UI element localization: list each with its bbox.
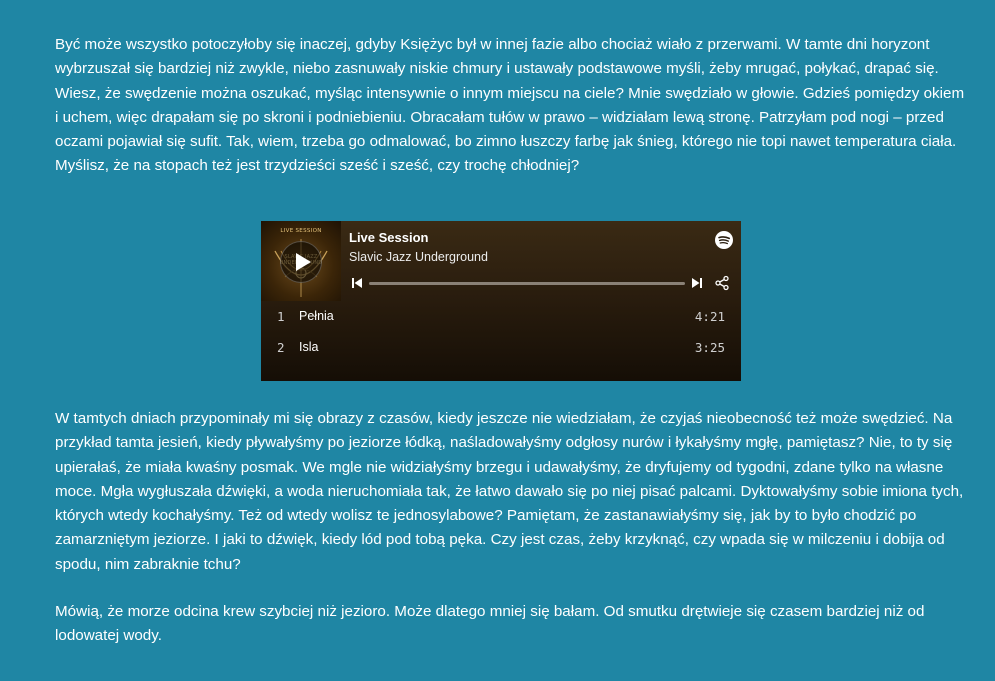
track-duration: 3:25 <box>694 340 725 355</box>
track-row[interactable]: 1 Pełnia 4:21 <box>261 301 741 332</box>
previous-icon[interactable] <box>351 276 363 290</box>
track-number: 1 <box>277 309 285 324</box>
track-title: Pełnia <box>299 309 334 323</box>
paragraph: Być może wszystko potoczyłoby się inacze… <box>55 36 965 175</box>
spotify-embed-player: LIVE SESSION SLAVIC JAZZ UNDERGROUND Liv… <box>261 221 741 381</box>
paragraph: W tamtych dniach przypominały mi się obr… <box>55 410 964 573</box>
progress-bar[interactable] <box>369 282 685 285</box>
track-row[interactable]: 2 Isla 3:25 <box>261 332 741 363</box>
album-cover: LIVE SESSION SLAVIC JAZZ UNDERGROUND <box>261 221 341 301</box>
spotify-icon[interactable] <box>715 231 733 249</box>
cover-title-text: LIVE SESSION <box>280 228 322 234</box>
next-icon[interactable] <box>691 276 703 290</box>
track-number: 2 <box>277 340 285 355</box>
play-button[interactable] <box>280 241 322 283</box>
play-icon <box>296 253 311 271</box>
artist-name[interactable]: Slavic Jazz Underground <box>349 250 488 264</box>
album-title[interactable]: Live Session <box>349 230 428 245</box>
paragraph: Mówią, że morze odcina krew szybciej niż… <box>55 603 925 645</box>
share-icon[interactable] <box>714 275 730 291</box>
track-title: Isla <box>299 340 319 354</box>
track-duration: 4:21 <box>694 309 725 324</box>
